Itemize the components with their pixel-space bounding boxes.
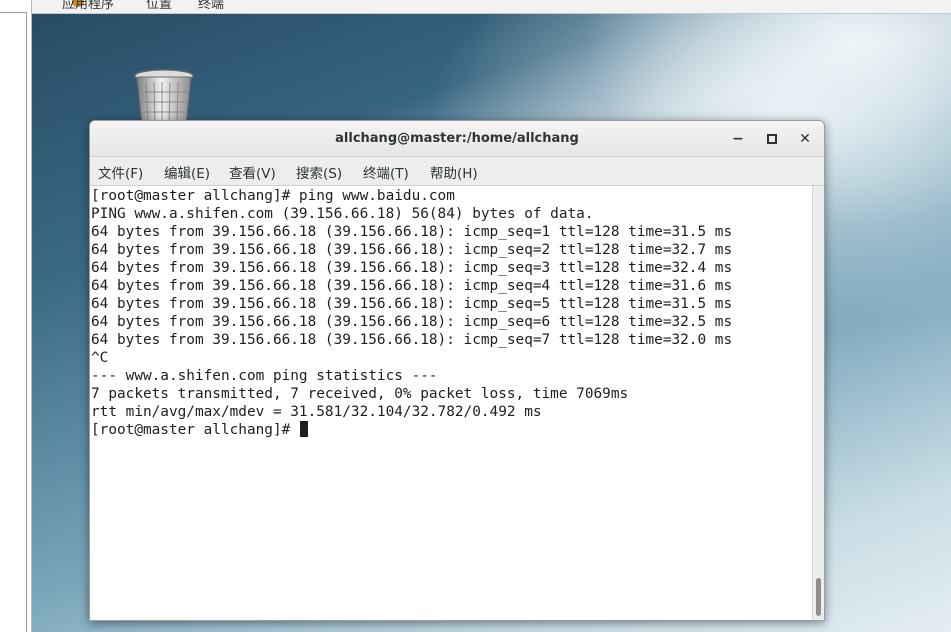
- output-line: rtt min/avg/max/mdev = 31.581/32.104/32.…: [91, 404, 542, 420]
- applications-menu[interactable]: 应用程序: [62, 0, 114, 12]
- host-tab-divider: [0, 12, 27, 13]
- output-line: [root@master allchang]# ping www.baidu.c…: [91, 188, 455, 204]
- output-line: 64 bytes from 39.156.66.18 (39.156.66.18…: [91, 224, 733, 240]
- places-menu[interactable]: 位置: [146, 0, 172, 12]
- command-prompt: [root@master allchang]#: [91, 422, 299, 438]
- window-titlebar[interactable]: allchang@master:/home/allchang − ✕: [90, 121, 824, 157]
- minimize-button[interactable]: −: [729, 130, 747, 148]
- menu-search[interactable]: 搜索(S): [296, 162, 342, 182]
- output-line: 7 packets transmitted, 7 received, 0% pa…: [91, 386, 629, 402]
- terminal-menubar: 文件(F) 编辑(E) 查看(V) 搜索(S) 终端(T) 帮助(H): [90, 157, 824, 186]
- terminal-window[interactable]: allchang@master:/home/allchang − ✕ 文件(F)…: [89, 120, 825, 621]
- text-cursor[interactable]: [299, 421, 308, 437]
- menu-edit[interactable]: 编辑(E): [164, 162, 210, 182]
- maximize-button[interactable]: [763, 130, 781, 148]
- output-line: --- www.a.shifen.com ping statistics ---: [91, 368, 438, 384]
- top-panel: 应用程序 位置 终端: [32, 0, 951, 14]
- maximize-icon: [767, 134, 777, 144]
- output-line: 64 bytes from 39.156.66.18 (39.156.66.18…: [91, 242, 733, 258]
- output-line: ^C: [91, 350, 109, 366]
- output-line: 64 bytes from 39.156.66.18 (39.156.66.18…: [91, 332, 733, 348]
- trash-icon[interactable]: [134, 68, 194, 125]
- output-line: 64 bytes from 39.156.66.18 (39.156.66.18…: [91, 260, 733, 276]
- terminal-output: [root@master allchang]# ping www.baidu.c…: [91, 187, 732, 439]
- output-line: 64 bytes from 39.156.66.18 (39.156.66.18…: [91, 314, 733, 330]
- host-window-edge: [0, 0, 32, 632]
- output-line: 64 bytes from 39.156.66.18 (39.156.66.18…: [91, 278, 733, 294]
- output-line: 64 bytes from 39.156.66.18 (39.156.66.18…: [91, 296, 733, 312]
- menu-file[interactable]: 文件(F): [98, 162, 143, 182]
- output-line: PING www.a.shifen.com (39.156.66.18) 56(…: [91, 206, 594, 222]
- close-button[interactable]: ✕: [796, 130, 814, 148]
- host-panel-divider: [26, 12, 27, 632]
- terminal-scrollbar[interactable]: [812, 186, 824, 620]
- menu-help[interactable]: 帮助(H): [430, 162, 478, 182]
- scrollbar-thumb[interactable]: [816, 578, 821, 616]
- window-title: allchang@master:/home/allchang: [335, 131, 579, 146]
- terminal-app-menu[interactable]: 终端: [198, 0, 224, 12]
- menu-view[interactable]: 查看(V): [229, 162, 276, 182]
- terminal-output-area[interactable]: [root@master allchang]# ping www.baidu.c…: [90, 186, 812, 620]
- menu-terminal[interactable]: 终端(T): [363, 162, 409, 182]
